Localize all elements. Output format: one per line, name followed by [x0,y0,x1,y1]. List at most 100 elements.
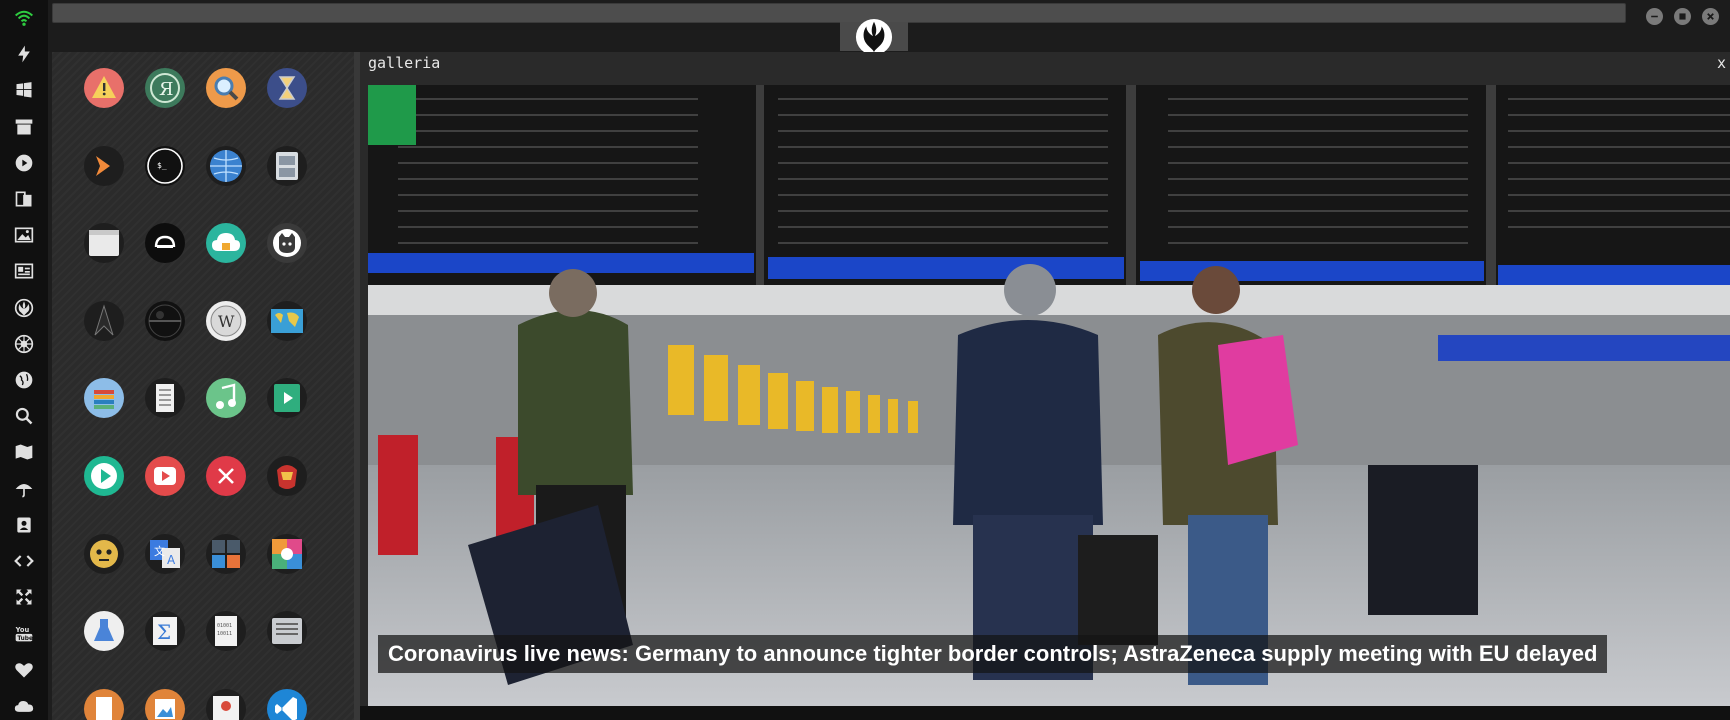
app-console[interactable]: $_ [145,145,185,186]
app-document-orange[interactable] [84,688,124,720]
iron-man-icon [267,456,307,496]
cloud-icon [14,700,34,712]
dock-item-youtube[interactable]: You Tube [12,621,36,645]
app-file-cabinet[interactable] [267,145,307,186]
expand-icon [16,589,32,605]
app-terminal-prompt[interactable] [84,145,124,186]
app-flask[interactable] [84,611,124,652]
url-input[interactable] [52,3,1626,23]
maximize-icon [1679,13,1686,20]
app-binary-file[interactable]: 01001 10011 [206,611,246,652]
active-tab[interactable] [840,18,908,55]
play-circle-icon [15,154,33,172]
app-world-map[interactable] [267,300,307,341]
dock-item-translate[interactable] [12,187,36,211]
typing-icon [145,223,185,264]
archive-icon [15,119,33,135]
close-icon [1707,13,1714,20]
app-hourglass[interactable] [267,68,307,108]
app-yandex[interactable]: Я [145,68,185,108]
app-play[interactable] [84,456,124,496]
dock-item-empire[interactable] [12,332,36,356]
dock-item-rebel-alliance[interactable] [12,296,36,320]
app-translate[interactable]: 文A [145,533,185,574]
app-github[interactable] [267,223,307,264]
app-music[interactable] [206,378,246,419]
app-globe[interactable] [206,145,246,186]
app-youtube[interactable] [145,456,185,496]
sigma-icon: Σ [145,611,185,652]
app-starfleet[interactable] [84,300,124,341]
video-icon [267,378,307,419]
app-window[interactable] [84,223,124,264]
dock-item-heart[interactable] [12,658,36,682]
app-sigma[interactable]: Σ [145,611,185,652]
code-icon [14,555,34,567]
heart-icon [15,662,33,678]
app-cloud-lock[interactable] [206,223,246,264]
dock-item-contact[interactable] [12,513,36,537]
app-presentation[interactable] [206,688,246,720]
app-death-star[interactable] [145,300,185,341]
dock-item-code[interactable] [12,549,36,573]
hourglass-icon [267,68,307,108]
app-document[interactable] [145,378,185,419]
app-photo-viewer[interactable] [267,533,307,574]
newspaper-icon [14,263,34,279]
search-icon [206,68,246,108]
console-icon: $_ [145,145,185,186]
minimize-icon [1651,15,1658,18]
yandex-icon: Я [145,68,185,108]
dock-item-bolt[interactable] [12,42,36,66]
warning-icon [84,68,124,108]
world-map-icon [267,300,307,341]
dock-item-newspaper[interactable] [12,259,36,283]
dock-item-play-circle[interactable] [12,151,36,175]
dock-item-windows[interactable] [12,78,36,102]
dock-item-search[interactable] [12,404,36,428]
dock-item-map[interactable] [12,440,36,464]
maximize-button[interactable] [1674,8,1691,25]
dock-item-archive[interactable] [12,115,36,139]
airport-scene-image [368,85,1730,706]
dock-item-image[interactable] [12,223,36,247]
minimize-button[interactable] [1646,8,1663,25]
app-image-orange[interactable] [145,688,185,720]
app-wikipedia[interactable]: W [206,300,246,341]
dock-item-expand[interactable] [12,585,36,609]
app-text-editor[interactable] [267,611,307,652]
gallery-close-button[interactable]: x [1717,54,1726,72]
app-typing[interactable] [145,223,185,264]
app-books[interactable] [84,378,124,419]
dock-item-globe[interactable] [12,368,36,392]
binary-file-icon: 01001 10011 [206,611,246,652]
windows-icon [16,82,32,98]
app-iron-man[interactable] [267,456,307,496]
text-editor-icon [267,611,307,652]
dock-item-umbrella[interactable] [12,477,36,501]
map-icon [15,444,33,460]
dock-item-cloud[interactable] [12,694,36,718]
dock-item-wifi[interactable] [12,6,36,30]
globe-icon [15,371,33,389]
flask-icon [84,611,124,652]
play-icon [84,456,124,496]
umbrella-icon [15,483,33,497]
translate-icon: 文A [145,533,185,574]
left-dock: You Tube [0,0,48,720]
svg-text:W: W [218,312,235,331]
app-vscode[interactable] [267,688,307,720]
app-calculator[interactable] [206,533,246,574]
app-close-circle[interactable] [206,456,246,496]
wifi-icon [14,10,34,26]
gallery-photo[interactable]: Coronavirus live news: Germany to announ… [368,85,1730,706]
death-star-icon [145,300,185,341]
svg-text:01001: 01001 [217,623,232,629]
close-button[interactable] [1702,8,1719,25]
app-c3po[interactable] [84,533,124,574]
app-warning[interactable] [84,68,124,108]
app-video[interactable] [267,378,307,419]
calculator-icon [206,533,246,574]
starfleet-icon [84,300,124,341]
app-search[interactable] [206,68,246,108]
